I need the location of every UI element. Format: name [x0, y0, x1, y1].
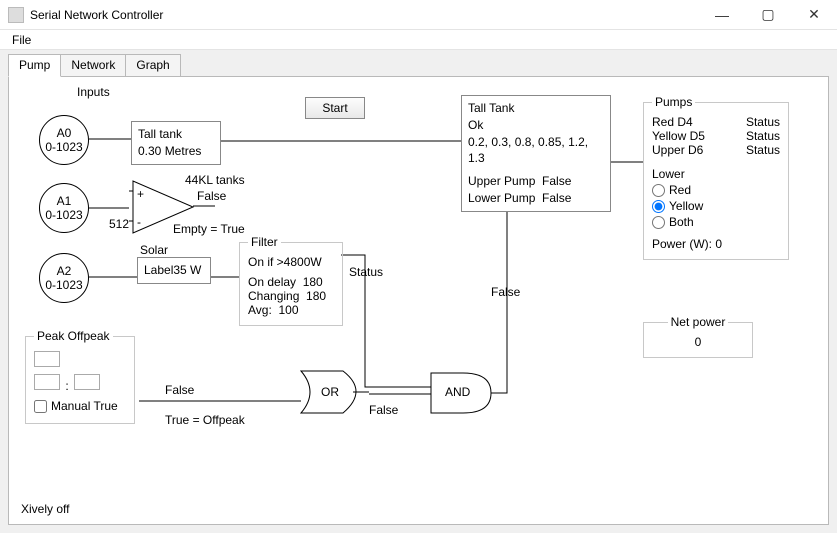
and-gate-side: False	[491, 285, 520, 299]
comparator-output: False	[197, 189, 226, 203]
tall-tank-panel-title: Tall Tank	[468, 100, 604, 117]
filter-ondelay: 180	[303, 275, 323, 289]
a1-range: 0-1023	[45, 208, 82, 222]
peak-output: False	[165, 383, 194, 397]
and-gate-label: AND	[445, 385, 470, 399]
or-gate-output: False	[369, 403, 398, 417]
comparator-plus: +	[137, 187, 144, 201]
tab-network[interactable]: Network	[60, 54, 126, 77]
pump-red-status: Status	[746, 115, 780, 129]
solar-title: Solar	[140, 242, 168, 259]
radio-red[interactable]: Red	[652, 183, 780, 197]
titlebar: Serial Network Controller — ▢ ✕	[0, 0, 837, 30]
pump-yellow-name: Yellow D5	[652, 129, 705, 143]
net-power-group: Net power 0	[643, 315, 753, 358]
tab-graph[interactable]: Graph	[125, 54, 180, 77]
radio-both[interactable]: Both	[652, 215, 780, 229]
menu-file[interactable]: File	[6, 31, 37, 49]
comparator-title: 44KL tanks	[185, 173, 245, 187]
lower-label: Lower	[652, 167, 780, 181]
a2-range: 0-1023	[45, 278, 82, 292]
app-icon	[8, 7, 24, 23]
inputs-header: Inputs	[77, 85, 110, 99]
pump-upper-status: Status	[746, 143, 780, 157]
radio-yellow-label: Yellow	[669, 199, 703, 213]
lower-pump-value: False	[542, 191, 571, 205]
a0-range: 0-1023	[45, 140, 82, 154]
filter-legend: Filter	[248, 235, 281, 249]
net-power-value: 0	[652, 335, 744, 349]
manual-true-checkbox[interactable]: Manual True	[34, 399, 126, 413]
menubar: File	[0, 30, 837, 50]
pumps-panel: Pumps Red D4 Status Yellow D5 Status Upp…	[643, 95, 789, 260]
pumps-legend: Pumps	[652, 95, 695, 109]
filter-status: Status	[349, 265, 383, 279]
pump-upper-name: Upper D6	[652, 143, 703, 157]
power-value: 0	[715, 237, 722, 251]
pump-red-name: Red D4	[652, 115, 693, 129]
pump-yellow-status: Status	[746, 129, 780, 143]
window-title: Serial Network Controller	[30, 8, 699, 22]
filter-changing-label: Changing	[248, 289, 299, 303]
filter-cond: On if >4800W	[248, 255, 334, 269]
pump-row-upper: Upper D6 Status	[652, 143, 780, 157]
analog-a2: A2 0-1023	[39, 253, 89, 303]
tall-tank-panel-levels: 0.2, 0.3, 0.8, 0.85, 1.2, 1.3	[468, 134, 604, 168]
filter-group: Filter On if >4800W On delay 180 Changin…	[239, 235, 343, 326]
radio-red-input[interactable]	[652, 184, 665, 197]
peak-legend: Peak Offpeak	[34, 329, 113, 343]
minimize-button[interactable]: —	[699, 0, 745, 30]
close-button[interactable]: ✕	[791, 0, 837, 30]
maximize-button[interactable]: ▢	[745, 0, 791, 30]
analog-a1: A1 0-1023	[39, 183, 89, 233]
manual-true-label: Manual True	[51, 399, 118, 413]
pump-row-red: Red D4 Status	[652, 115, 780, 129]
filter-avg: 100	[278, 303, 298, 317]
upper-pump-label: Upper Pump	[468, 174, 535, 188]
manual-true-input[interactable]	[34, 400, 47, 413]
a0-name: A0	[57, 126, 72, 140]
lower-pump-label: Lower Pump	[468, 191, 535, 205]
peak-input-1[interactable]	[34, 351, 60, 367]
radio-red-label: Red	[669, 183, 691, 197]
solar-value: Label35 W	[144, 262, 204, 279]
a1-name: A1	[57, 194, 72, 208]
tab-page-pump: Inputs Start A0 0-1023 Tall tank 0.30 Me…	[8, 76, 829, 525]
comparator-threshold: 512	[109, 217, 129, 231]
analog-a0: A0 0-1023	[39, 115, 89, 165]
filter-changing: 180	[306, 289, 326, 303]
start-button[interactable]: Start	[305, 97, 365, 119]
peak-input-3[interactable]	[74, 374, 100, 390]
peak-input-2[interactable]	[34, 374, 60, 390]
peak-offpeak-group: Peak Offpeak : Manual True	[25, 329, 135, 424]
tab-pump[interactable]: Pump	[8, 54, 61, 77]
radio-yellow[interactable]: Yellow	[652, 199, 780, 213]
tall-tank-reading: Tall tank 0.30 Metres	[131, 121, 221, 165]
power-label: Power (W):	[652, 237, 712, 251]
upper-pump-value: False	[542, 174, 571, 188]
comparator-note: Empty = True	[173, 222, 245, 236]
peak-colon: :	[65, 379, 68, 393]
tall-tank-title: Tall tank	[138, 126, 214, 143]
pump-row-yellow: Yellow D5 Status	[652, 129, 780, 143]
tab-strip: Pump Network Graph	[0, 50, 837, 77]
filter-ondelay-label: On delay	[248, 275, 296, 289]
or-gate-label: OR	[321, 385, 339, 399]
comparator-minus: -	[137, 215, 141, 229]
peak-note: True = Offpeak	[165, 413, 245, 427]
net-power-legend: Net power	[668, 315, 729, 329]
xively-status: Xively off	[21, 502, 69, 516]
radio-yellow-input[interactable]	[652, 200, 665, 213]
solar-box: Solar Label35 W	[137, 257, 211, 284]
tall-tank-value: 0.30 Metres	[138, 143, 214, 160]
filter-avg-label: Avg:	[248, 303, 272, 317]
radio-both-input[interactable]	[652, 216, 665, 229]
tall-tank-panel-status: Ok	[468, 117, 604, 134]
radio-both-label: Both	[669, 215, 694, 229]
tall-tank-panel: Tall Tank Ok 0.2, 0.3, 0.8, 0.85, 1.2, 1…	[461, 95, 611, 212]
a2-name: A2	[57, 264, 72, 278]
